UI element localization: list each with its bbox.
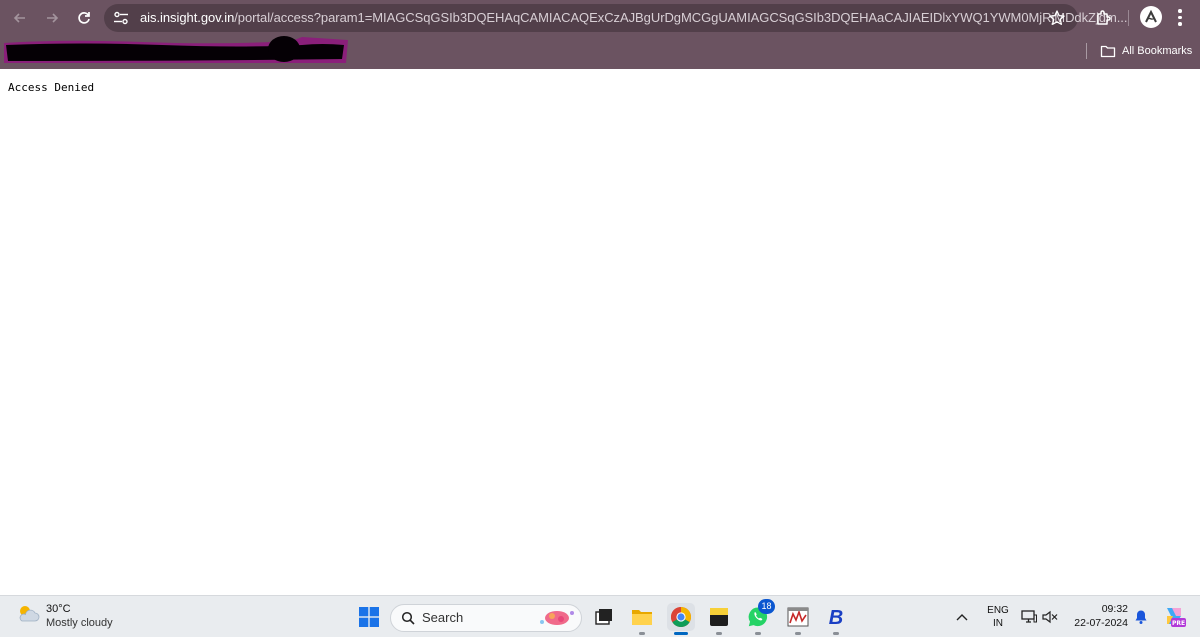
b-app-button[interactable]: B xyxy=(823,604,849,630)
bell-icon xyxy=(1135,610,1147,624)
task-view-icon xyxy=(595,609,612,625)
clock-time: 09:32 xyxy=(1101,603,1128,615)
bookmark-star-icon[interactable] xyxy=(1048,9,1066,27)
copilot-badge: PRE xyxy=(1172,620,1185,627)
partly-cloudy-icon xyxy=(19,606,40,622)
site-settings-icon[interactable] xyxy=(113,11,129,25)
bookmarks-separator xyxy=(1086,43,1087,59)
weather-widget[interactable]: 30°C Mostly cloudy xyxy=(16,602,113,630)
volume-muted-icon xyxy=(1042,610,1058,624)
copilot-icon: PRE xyxy=(1167,608,1186,627)
profile-avatar[interactable] xyxy=(1140,6,1162,28)
windows-logo-icon xyxy=(359,607,379,627)
network-button[interactable] xyxy=(1019,604,1039,630)
browser-toolbar: ais.insight.gov.in/portal/access?param1=… xyxy=(0,0,1200,36)
address-bar[interactable]: ais.insight.gov.in/portal/access?param1=… xyxy=(104,4,1127,32)
show-hidden-icons-button[interactable] xyxy=(952,604,972,630)
clock-date: 22-07-2024 xyxy=(1074,617,1128,629)
back-button[interactable] xyxy=(9,7,31,29)
accounting-app-icon xyxy=(787,607,809,627)
sticky-running-indicator xyxy=(716,632,722,635)
whatsapp-unread-badge: 18 xyxy=(758,599,775,614)
forward-arrow-icon xyxy=(47,13,59,23)
reload-icon xyxy=(78,12,90,24)
ethernet-monitor-icon xyxy=(1021,610,1037,623)
system-clock[interactable]: 09:32 22-07-2024 xyxy=(1066,602,1128,630)
explorer-running-indicator xyxy=(639,632,645,635)
b-app-running-indicator xyxy=(833,632,839,635)
search-label: Search xyxy=(422,610,464,625)
url-host: ais.insight.gov.in xyxy=(140,10,235,25)
folder-icon xyxy=(632,610,652,625)
weather-condition: Mostly cloudy xyxy=(46,617,113,629)
search-highlight-icon xyxy=(540,611,574,625)
file-explorer-button[interactable] xyxy=(629,604,655,630)
toolbar-divider xyxy=(1128,10,1129,26)
start-button[interactable] xyxy=(356,604,382,630)
svg-text:B: B xyxy=(829,607,843,628)
chrome-icon xyxy=(671,607,691,627)
access-denied-message: Access Denied xyxy=(8,81,95,94)
all-bookmarks-label: All Bookmarks xyxy=(1122,45,1193,57)
back-arrow-icon xyxy=(13,13,25,23)
copilot-button[interactable]: PRE xyxy=(1160,602,1188,630)
profile-logo-icon xyxy=(1145,9,1157,23)
extensions-puzzle-icon[interactable] xyxy=(1094,8,1114,28)
accounting-running-indicator xyxy=(795,632,801,635)
chrome-active-indicator xyxy=(674,632,688,635)
weather-temp: 30°C xyxy=(46,603,71,615)
b-app-icon: B xyxy=(829,607,843,628)
task-view-button[interactable] xyxy=(591,604,617,630)
taskbar-search[interactable]: Search xyxy=(390,604,582,632)
chevron-up-icon xyxy=(956,614,968,621)
folder-icon xyxy=(1100,45,1116,58)
volume-button[interactable] xyxy=(1040,604,1060,630)
region-code: IN xyxy=(993,618,1003,629)
input-language[interactable]: ENG IN xyxy=(984,604,1012,630)
language-code: ENG xyxy=(987,605,1009,616)
page-viewport: Access Denied xyxy=(0,69,1200,595)
redaction-scribble xyxy=(4,36,348,63)
accounting-app-button[interactable] xyxy=(785,604,811,630)
all-bookmarks-button[interactable]: All Bookmarks xyxy=(1100,43,1192,59)
taskbar: 30°C Mostly cloudy Search 18 B ENG IN 09… xyxy=(0,595,1200,637)
reload-button[interactable] xyxy=(73,7,95,29)
sticky-notes-button[interactable] xyxy=(706,604,732,630)
browser-menu-icon[interactable] xyxy=(1177,9,1183,27)
address-url[interactable]: ais.insight.gov.in/portal/access?param1=… xyxy=(140,4,1127,32)
whatsapp-running-indicator xyxy=(755,632,761,635)
search-icon xyxy=(401,611,415,625)
forward-button[interactable] xyxy=(41,7,63,29)
chrome-button[interactable] xyxy=(667,603,695,631)
url-path: /portal/access?param1=MIAGCSqGSIb3DQEHAq… xyxy=(234,10,1128,25)
notifications-button[interactable] xyxy=(1132,604,1150,630)
sticky-notes-icon xyxy=(710,608,728,626)
